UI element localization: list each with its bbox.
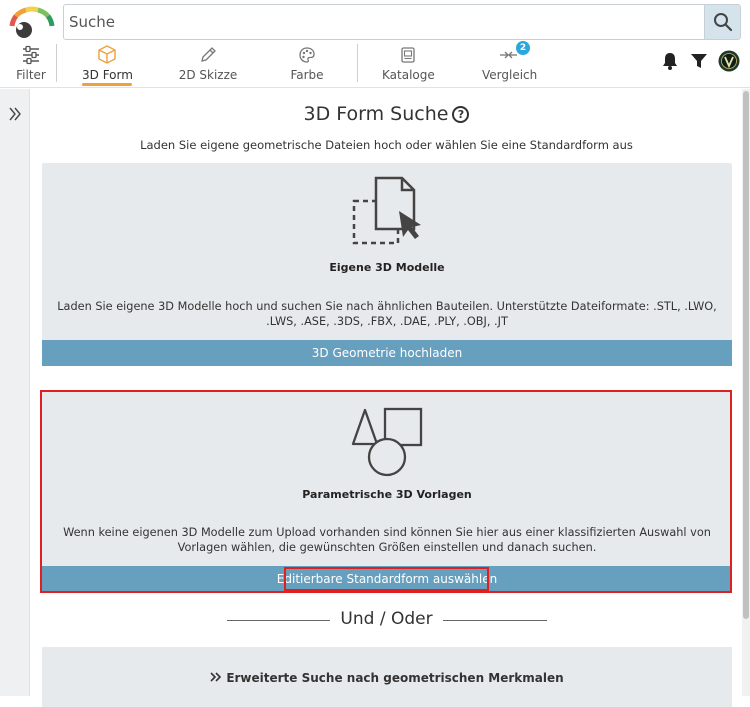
tab-label: 2D Skizze <box>178 68 238 82</box>
divider <box>56 44 57 82</box>
upload-3d-geometry-button[interactable]: 3D Geometrie hochladen <box>42 340 732 366</box>
app-logo[interactable] <box>6 6 58 40</box>
highlight-box-card <box>40 390 732 593</box>
advanced-search-card[interactable]: Erweiterte Suche nach geometrischen Merk… <box>42 647 732 707</box>
vertical-scrollbar[interactable] <box>742 89 750 696</box>
page-title-text: 3D Form Suche <box>303 103 449 125</box>
filter-icon[interactable] <box>690 52 708 70</box>
advanced-search-text: Erweiterte Suche nach geometrischen Merk… <box>226 671 564 685</box>
tab-2d-skizze[interactable]: 2D Skizze <box>178 42 238 88</box>
tab-vergleich[interactable]: 2 Vergleich <box>482 41 538 88</box>
tab-label: 3D Form <box>82 68 133 82</box>
collapsed-sidebar <box>0 89 30 696</box>
header-actions <box>660 50 740 72</box>
sliders-icon <box>23 45 39 65</box>
page-subtitle: Laden Sie eigene geometrische Dateien ho… <box>140 138 633 152</box>
upload-card-description: Laden Sie eigene 3D Modelle hoch und suc… <box>57 300 717 328</box>
file-upload-icon <box>352 176 421 245</box>
tab-label: Kataloge <box>382 68 435 82</box>
tab-3d-form[interactable]: 3D Form <box>82 42 133 88</box>
top-bar: Filter 3D Form 2D Skizze Farbe <box>0 0 750 88</box>
or-divider: Und / Oder <box>31 609 742 633</box>
user-avatar[interactable] <box>718 50 740 72</box>
search-box <box>63 4 741 40</box>
highlight-box-button <box>284 567 489 591</box>
help-icon[interactable]: ? <box>452 106 470 123</box>
pencil-icon <box>201 47 216 62</box>
page-title: 3D Form Suche? <box>31 103 742 125</box>
search-button[interactable] <box>704 5 740 39</box>
upload-card: Eigene 3D Modelle Laden Sie eigene 3D Mo… <box>42 163 732 366</box>
or-divider-text: Und / Oder <box>340 609 433 629</box>
nav-tabs: Filter 3D Form 2D Skizze Farbe Kataloge … <box>0 41 650 88</box>
upload-model-icon-wrap <box>42 175 732 247</box>
cube-icon <box>98 45 116 64</box>
search-icon <box>713 13 732 32</box>
upload-card-title: Eigene 3D Modelle <box>329 261 445 274</box>
scrollbar-thumb[interactable] <box>743 91 749 619</box>
bell-icon[interactable] <box>660 51 680 71</box>
search-input[interactable] <box>64 5 704 39</box>
tab-farbe[interactable]: Farbe <box>287 42 327 88</box>
catalog-icon <box>401 47 415 63</box>
double-chevron-right-icon <box>210 672 222 682</box>
expand-sidebar-button[interactable] <box>0 103 30 125</box>
tab-label: Vergleich <box>482 68 538 82</box>
active-tab-indicator <box>82 83 132 86</box>
advanced-search-label[interactable]: Erweiterte Suche nach geometrischen Merk… <box>42 671 732 685</box>
divider <box>357 44 358 82</box>
palette-icon <box>299 47 315 63</box>
double-chevron-right-icon <box>9 107 21 121</box>
tab-kataloge[interactable]: Kataloge <box>382 42 435 88</box>
main-content: 3D Form Suche? Laden Sie eigene geometri… <box>31 89 742 707</box>
tab-filter[interactable]: Filter <box>8 42 54 88</box>
divider-line-right <box>443 620 547 621</box>
tab-label: Filter <box>16 68 46 82</box>
compare-count-badge: 2 <box>516 41 530 55</box>
tab-label: Farbe <box>290 68 324 82</box>
